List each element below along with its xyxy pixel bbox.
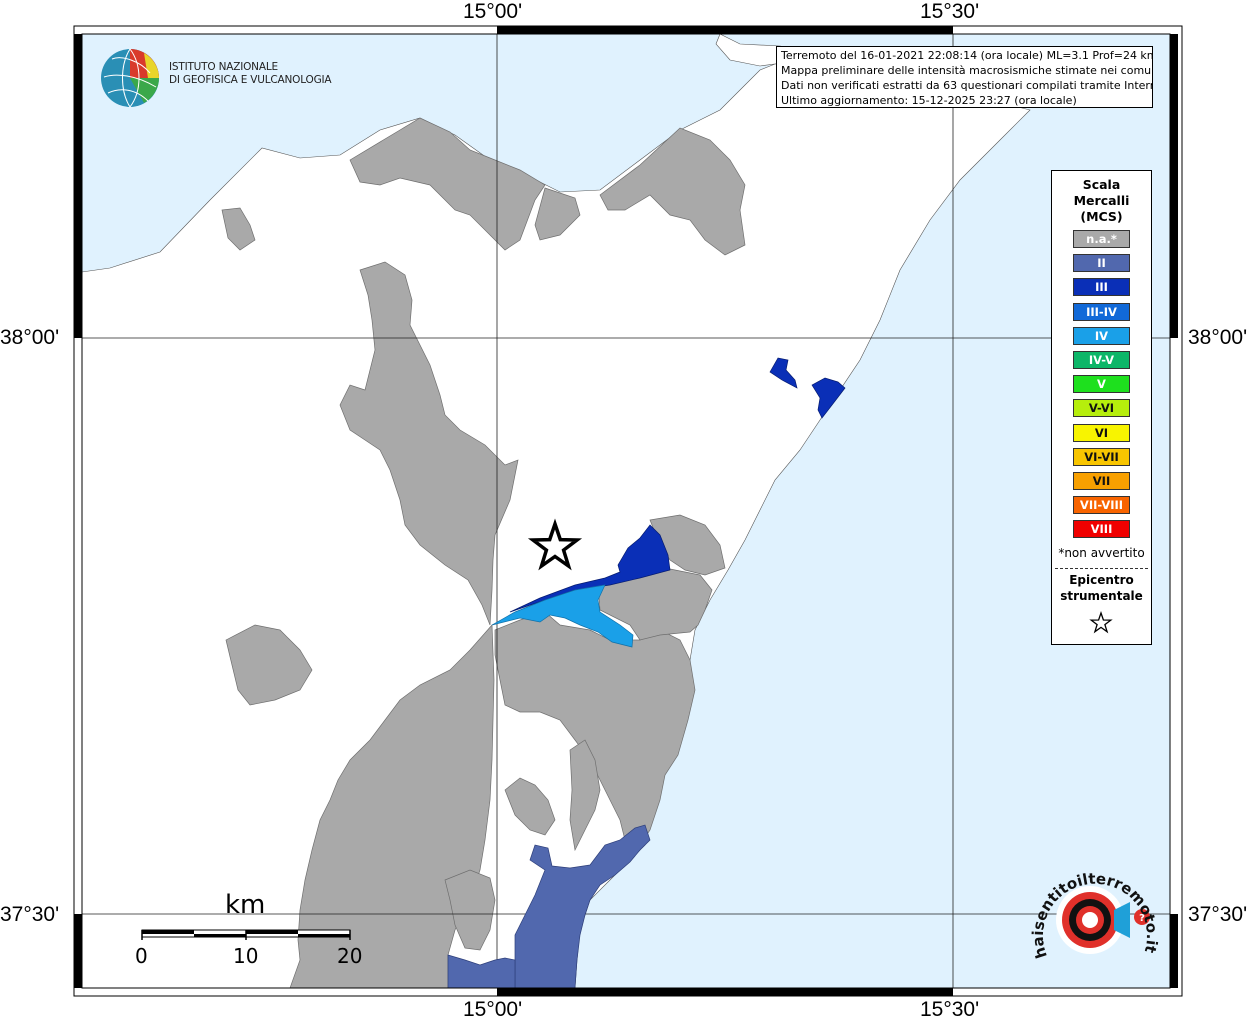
legend-item-vi-vii: VI-VII xyxy=(1073,447,1130,466)
scale-tick-10: 10 xyxy=(233,944,259,968)
legend-item-ii: II xyxy=(1073,254,1130,273)
legend-item-vii: VII xyxy=(1073,472,1130,490)
legend-item-iv: IV xyxy=(1073,326,1130,345)
legend-separator xyxy=(1055,568,1148,569)
legend-item-vii-viii: VII-VIII xyxy=(1073,496,1130,515)
globe-icon xyxy=(101,48,159,108)
info-line-3: Dati non verificati estratti da 63 quest… xyxy=(781,79,1153,92)
legend-item-viii: VIII xyxy=(1073,520,1130,539)
institute-name-line2: DI GEOFISICA E VULCANOLOGIA xyxy=(169,74,332,86)
event-info-box: Terremoto del 16-01-2021 22:08:14 (ora l… xyxy=(776,46,1153,108)
legend-epicenter-line1: Epicentro xyxy=(1069,573,1134,587)
legend-item-v-vi: V-VI xyxy=(1073,399,1130,418)
scale-bar: km 0 10 20 xyxy=(130,890,380,970)
info-line-1: Terremoto del 16-01-2021 22:08:14 (ora l… xyxy=(781,49,1153,62)
scale-bar-graphic xyxy=(141,929,351,940)
lon-label-top-15-30: 15°30' xyxy=(920,0,980,23)
legend-epicenter-label: Epicentro strumentale xyxy=(1052,572,1151,604)
haisentito-emblem: ? haisentitoilterremoto.it xyxy=(1029,870,1161,961)
legend-title-line2: Mercalli xyxy=(1073,193,1130,208)
star-icon xyxy=(1089,611,1113,634)
lon-label-top-15-00: 15°00' xyxy=(463,0,523,23)
lon-label-bottom-15-30: 15°30' xyxy=(920,998,980,1021)
legend-item-n-a: n.a.* xyxy=(1073,230,1130,248)
institute-name-line1: ISTITUTO NAZIONALE xyxy=(169,61,278,73)
haisentito-logo: ? haisentitoilterremoto.it xyxy=(1029,860,1161,978)
legend-title-line1: Scala xyxy=(1082,177,1121,192)
legend-note: *non avvertito xyxy=(1058,546,1145,560)
lat-label-right-37-30: 37°30' xyxy=(1188,903,1248,926)
scale-tick-0: 0 xyxy=(135,944,148,968)
legend-item-iii-iv: III-IV xyxy=(1073,302,1130,321)
scale-tick-20: 20 xyxy=(337,944,363,968)
lat-label-right-38-00: 38°00' xyxy=(1188,326,1248,349)
legend-item-v: V xyxy=(1073,375,1130,394)
info-line-2: Mappa preliminare delle intensità macros… xyxy=(781,64,1153,77)
legend-item-vi: VI xyxy=(1073,423,1130,442)
legend-item-iv-v: IV-V xyxy=(1073,351,1130,369)
institute-name: ISTITUTO NAZIONALE DI GEOFISICA E VULCAN… xyxy=(169,61,332,87)
ingv-logo: ISTITUTO NAZIONALE DI GEOFISICA E VULCAN… xyxy=(100,47,340,111)
mcs-legend: Scala Mercalli (MCS) n.a.* II III III-IV IV I… xyxy=(1051,170,1152,645)
legend-item-iii: III xyxy=(1073,278,1130,297)
lon-label-bottom-15-00: 15°00' xyxy=(463,998,523,1021)
lat-label-left-38-00: 38°00' xyxy=(0,326,60,349)
legend-title: Scala Mercalli (MCS) xyxy=(1052,177,1151,225)
info-line-4: Ultimo aggiornamento: 15-12-2025 23:27 (… xyxy=(781,94,1077,107)
legend-epicenter-line2: strumentale xyxy=(1060,589,1143,603)
lat-label-left-37-30: 37°30' xyxy=(0,903,60,926)
legend-title-line3: (MCS) xyxy=(1080,209,1123,224)
